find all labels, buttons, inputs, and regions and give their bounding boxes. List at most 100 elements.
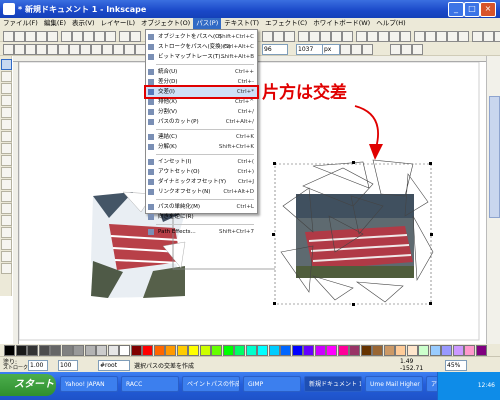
align-button[interactable] <box>412 44 423 55</box>
toolbar-button[interactable] <box>119 31 130 42</box>
color-swatch[interactable] <box>464 345 475 356</box>
color-swatch[interactable] <box>418 345 429 356</box>
color-swatch[interactable] <box>61 345 73 356</box>
original-image-right[interactable] <box>296 194 414 278</box>
menu-item[interactable]: ヘルプ(H) <box>373 18 408 29</box>
menu-item[interactable]: パス(P) <box>193 18 222 29</box>
toolbar-button[interactable] <box>83 31 94 42</box>
color-swatch[interactable] <box>27 345 38 356</box>
color-swatch[interactable] <box>303 345 314 356</box>
toolbar-button[interactable] <box>273 31 284 42</box>
close-button[interactable]: × <box>480 2 496 17</box>
tool-button[interactable] <box>1 107 12 118</box>
control-button[interactable] <box>3 44 14 55</box>
color-swatch[interactable] <box>429 345 441 356</box>
color-swatch[interactable] <box>257 345 268 356</box>
path-menu-item[interactable]: 向きを逆に(R) <box>146 212 257 222</box>
menu-item[interactable]: 編集(E) <box>41 18 69 29</box>
taskbar-button[interactable]: RACC <box>121 376 179 392</box>
control-button[interactable] <box>124 44 135 55</box>
toolbar-button[interactable] <box>284 31 295 42</box>
tool-button[interactable] <box>1 227 12 238</box>
path-menu-item[interactable]: 統合(U) Ctrl++ <box>146 67 257 77</box>
color-swatch[interactable] <box>188 345 199 356</box>
tool-button[interactable] <box>1 143 12 154</box>
color-swatch[interactable] <box>245 345 257 356</box>
tool-button[interactable] <box>1 179 12 190</box>
align-button[interactable] <box>351 44 362 55</box>
path-menu-item[interactable]: 排他(X) Ctrl+^ <box>146 97 257 107</box>
color-swatch[interactable] <box>475 345 487 356</box>
control-button[interactable] <box>91 44 102 55</box>
minimize-button[interactable]: _ <box>448 2 464 17</box>
toolbar-button[interactable] <box>367 31 378 42</box>
path-menu-item[interactable]: ストロークをパスへ(変換)(S) Ctrl+Alt+C <box>146 42 257 52</box>
control-button[interactable] <box>36 44 47 55</box>
color-swatch[interactable] <box>73 345 84 356</box>
path-menu-item[interactable]: オブジェクトをパスへ(O) Shift+Ctrl+C <box>146 32 257 42</box>
color-swatch[interactable] <box>222 345 234 356</box>
control-button[interactable] <box>14 44 25 55</box>
color-swatch[interactable] <box>441 345 452 356</box>
tool-button[interactable] <box>1 59 12 70</box>
toolbar-button[interactable] <box>3 31 14 42</box>
toolbar-button[interactable] <box>436 31 447 42</box>
menu-item[interactable]: ホワイトボード(W) <box>310 18 373 29</box>
tool-button[interactable] <box>1 83 12 94</box>
control-button[interactable] <box>102 44 113 55</box>
color-swatch[interactable] <box>199 345 211 356</box>
color-swatch[interactable] <box>280 345 291 356</box>
color-swatch[interactable] <box>119 345 130 356</box>
tool-button[interactable] <box>1 71 12 82</box>
tool-button[interactable] <box>1 95 12 106</box>
color-swatch[interactable] <box>4 345 15 356</box>
toolbar-button[interactable] <box>400 31 411 42</box>
path-menu-item[interactable]: インセット(I) Ctrl+( <box>146 157 257 167</box>
taskbar-button[interactable]: Yahoo! JAPAN <box>60 376 118 392</box>
toolbar-button[interactable] <box>25 31 36 42</box>
unit-select[interactable]: px <box>322 44 340 55</box>
path-menu-item[interactable]: 差分(D) Ctrl+- <box>146 77 257 87</box>
tool-button[interactable] <box>1 215 12 226</box>
toolbar-button[interactable] <box>425 31 436 42</box>
align-button[interactable] <box>340 44 351 55</box>
toolbar-button[interactable] <box>47 31 58 42</box>
path-menu-item[interactable]: ビットマップトレース(T)... Shift+Alt+B <box>146 52 257 62</box>
tool-button[interactable] <box>1 119 12 130</box>
color-swatch[interactable] <box>107 345 119 356</box>
color-swatch[interactable] <box>372 345 383 356</box>
toolbar-button[interactable] <box>414 31 425 42</box>
inkscape-app-icon[interactable] <box>3 3 15 15</box>
control-button[interactable] <box>47 44 58 55</box>
color-swatch[interactable] <box>337 345 349 356</box>
color-swatch[interactable] <box>211 345 222 356</box>
menu-item[interactable]: オブジェクト(O) <box>138 18 193 29</box>
color-swatch[interactable] <box>349 345 360 356</box>
color-swatch[interactable] <box>452 345 464 356</box>
color-swatch[interactable] <box>165 345 176 356</box>
path-menu-item[interactable]: アウトセット(O) Ctrl+) <box>146 167 257 177</box>
path-menu-item[interactable]: リンクオフセット(N) Ctrl+Alt+D <box>146 187 257 197</box>
vertical-scrollbar[interactable] <box>486 56 500 344</box>
color-swatch[interactable] <box>326 345 337 356</box>
toolbar-button[interactable] <box>72 31 83 42</box>
tool-button[interactable] <box>1 191 12 202</box>
toolbar-button[interactable] <box>472 31 483 42</box>
color-swatch[interactable] <box>15 345 27 356</box>
color-swatch[interactable] <box>360 345 372 356</box>
tool-button[interactable] <box>1 203 12 214</box>
menu-item[interactable]: レイヤー(L) <box>98 18 139 29</box>
color-swatch[interactable] <box>383 345 395 356</box>
align-button[interactable] <box>401 44 412 55</box>
color-swatch[interactable] <box>96 345 107 356</box>
taskbar-button[interactable]: Ume Mail Higher <box>365 376 423 392</box>
control-button[interactable] <box>80 44 91 55</box>
toolbar-button[interactable] <box>331 31 342 42</box>
stroke-width-field[interactable]: 1.00 <box>28 360 48 371</box>
align-button[interactable] <box>390 44 401 55</box>
menu-item[interactable]: テキスト(T) <box>221 18 262 29</box>
path-menu-item[interactable]: Path Effects... Shift+Ctrl+7 <box>146 227 257 237</box>
layer-select[interactable]: #root <box>98 360 130 371</box>
opacity-field[interactable]: 100 <box>58 360 78 371</box>
tool-button[interactable] <box>1 167 12 178</box>
